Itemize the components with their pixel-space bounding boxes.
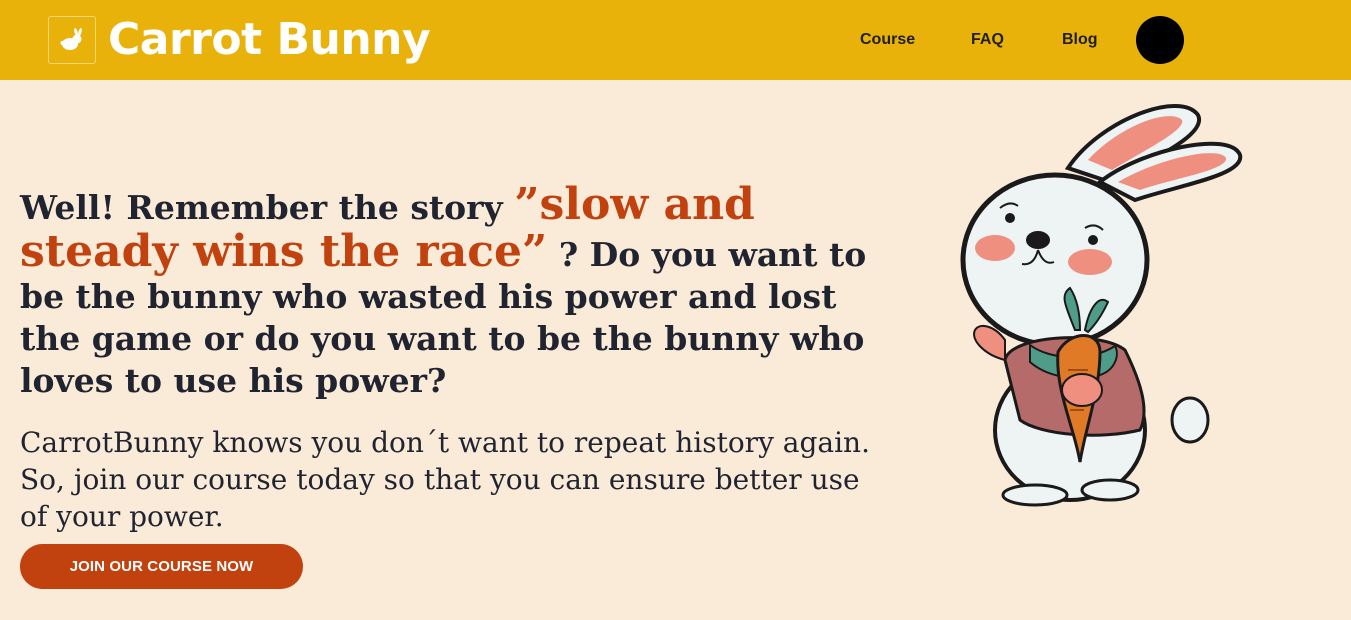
hero-heading: Well! Remember the story ”slow and stead…	[20, 182, 880, 402]
hero-heading-prefix: Well! Remember the story	[20, 188, 515, 227]
brand-title[interactable]: Carrot Bunny	[108, 12, 431, 68]
nav-link-course[interactable]: Course	[860, 30, 915, 50]
bunny-logo-icon[interactable]	[48, 16, 96, 64]
bunny-holding-carrot-illustration	[950, 90, 1250, 510]
nav-link-blog[interactable]: Blog	[1062, 30, 1098, 50]
hero-body-text: CarrotBunny knows you don´t want to repe…	[20, 426, 870, 533]
join-course-button[interactable]: JOIN OUR COURSE NOW	[20, 544, 303, 589]
nav-link-faq[interactable]: FAQ	[971, 30, 1004, 50]
navbar: Carrot Bunny Course FAQ Blog	[0, 0, 1351, 80]
user-avatar[interactable]	[1136, 16, 1184, 64]
